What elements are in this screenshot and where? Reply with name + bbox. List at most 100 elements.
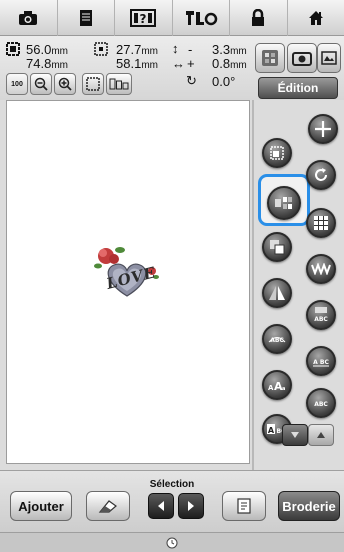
help-icon: ? (130, 9, 157, 27)
select-previous-button[interactable] (148, 493, 174, 519)
rotation-value: 0.0° (212, 74, 236, 89)
text-color-icon: ABC (314, 401, 328, 408)
text-color-button[interactable]: ABC (306, 388, 336, 418)
home-icon (308, 11, 323, 25)
footer-bar (0, 532, 344, 552)
zoom-out-icon (34, 77, 48, 91)
svg-text:?: ? (140, 12, 147, 26)
vertical-arrows-icon: ↕ (172, 41, 179, 56)
arrow-left-icon (158, 501, 164, 511)
select-next-button[interactable] (178, 493, 204, 519)
group-icon (314, 216, 328, 230)
move-button[interactable] (308, 114, 338, 144)
camera-view-button[interactable] (287, 43, 317, 73)
scroll-down-button[interactable] (282, 424, 308, 446)
multi-color-icon (275, 197, 292, 209)
page-button[interactable] (58, 0, 115, 36)
height-unit: mm (51, 60, 68, 71)
resize-icon (270, 146, 284, 160)
camera-view-icon (292, 52, 312, 66)
settings-button[interactable] (173, 0, 230, 36)
frame-select-button[interactable] (82, 73, 104, 95)
size-icon (6, 42, 20, 56)
text-edit-icon (311, 263, 331, 275)
help-button[interactable]: ? (115, 0, 173, 36)
pos-x-unit: mm (141, 46, 158, 57)
width-unit: mm (51, 46, 68, 57)
height-readout: 74.8mm (26, 57, 68, 72)
move-icon (315, 121, 331, 137)
zoom-out-button[interactable] (30, 73, 52, 95)
offset-value-2: 0.8 (212, 56, 231, 71)
edition-button[interactable]: Édition (258, 77, 338, 99)
palette-rail (252, 100, 260, 470)
group-button[interactable] (306, 208, 336, 238)
zoom-in-button[interactable] (54, 73, 76, 95)
svg-text:A: A (268, 426, 275, 435)
chevron-up-icon (317, 432, 325, 438)
curve-text-icon: ABC (268, 337, 286, 344)
frame-view-icon (321, 51, 337, 65)
pos-y-readout: 58.1mm (116, 57, 158, 72)
top-toolbar: ? (0, 0, 344, 36)
density-icon (270, 240, 285, 255)
thread-palette-icon (262, 50, 278, 66)
thread-palette-button[interactable] (255, 43, 285, 73)
eraser-icon (98, 500, 117, 513)
svg-text:ABC: ABC (314, 401, 328, 408)
zoom-level-label: 100 (11, 80, 23, 88)
svg-text:A BC: A BC (313, 359, 329, 366)
width-value: 56.0 (26, 42, 52, 57)
spacing-button[interactable]: A BC (306, 346, 336, 376)
font-size-button[interactable]: A A a (262, 370, 292, 400)
rotate-icon (315, 168, 327, 181)
chevron-down-icon (291, 432, 299, 438)
memory-icon (237, 498, 251, 514)
svg-text:a: a (282, 386, 285, 392)
pos-y-unit: mm (141, 60, 158, 71)
add-button[interactable]: Ajouter (10, 491, 72, 521)
rotate-button[interactable] (306, 160, 336, 190)
svg-text:ABC: ABC (270, 337, 284, 344)
camera-button[interactable] (0, 0, 58, 36)
text-edit-button[interactable] (306, 254, 336, 284)
settings-icon (185, 11, 217, 26)
lock-button[interactable] (230, 0, 288, 36)
selection-label: Sélection (149, 479, 195, 490)
memory-button[interactable] (222, 491, 266, 521)
font-size-icon: A A a (268, 380, 285, 392)
scroll-up-button[interactable] (308, 424, 334, 446)
zoom-100-button[interactable]: 100 (6, 73, 28, 95)
frame-view-button[interactable] (317, 43, 341, 73)
offset-readout-2: 0.8mm (212, 57, 247, 72)
grid-icon (109, 78, 129, 90)
home-button[interactable] (288, 0, 344, 36)
svg-text:ABC: ABC (314, 316, 328, 323)
embroidery-canvas[interactable]: LOVE (6, 100, 250, 464)
density-button[interactable] (262, 232, 292, 262)
clock-icon (166, 537, 178, 548)
resize-button[interactable] (262, 138, 292, 168)
array-icon: ABC (314, 307, 328, 323)
flip-horizontal-button[interactable] (262, 278, 292, 308)
document-icon (79, 10, 92, 26)
offset-unit-2: mm (230, 60, 247, 71)
arrow-right-icon (188, 501, 194, 511)
position-icon (94, 42, 108, 56)
grid-select-button[interactable] (106, 73, 132, 95)
embroider-button[interactable]: Broderie (278, 491, 340, 521)
lock-icon (252, 9, 265, 26)
camera-icon (19, 11, 38, 25)
offset-unit-1: mm (230, 46, 247, 57)
array-button[interactable]: ABC (306, 300, 336, 330)
pos-x-value: 27.7 (116, 42, 142, 57)
flip-horizontal-icon (269, 286, 285, 300)
rotation-icon: ↻ (186, 73, 197, 88)
delete-button[interactable] (86, 491, 130, 521)
offset-value-1: 3.3 (212, 42, 231, 57)
curve-text-button[interactable]: ABC (262, 324, 292, 354)
frame-icon (86, 77, 100, 91)
multi-color-button[interactable] (267, 186, 301, 220)
offset-sign-1: - (188, 42, 193, 57)
zoom-in-icon (58, 77, 72, 91)
